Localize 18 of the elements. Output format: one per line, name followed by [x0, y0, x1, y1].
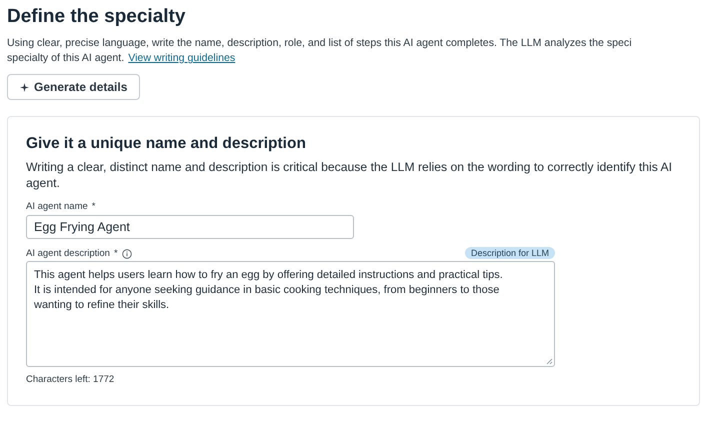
required-mark: * [114, 248, 118, 259]
name-input-field[interactable]: Egg Frying Agent [26, 215, 354, 239]
required-mark: * [92, 201, 96, 212]
description-text-area[interactable]: This agent helps users learn how to fry an egg by offering detailed instructions and practical tips. It is intended for anyone seeking guidance in basic cooking techniques, from beginners to those wanting to refine their skills. [26, 261, 555, 367]
generate-details-button[interactable]: Generate details [7, 74, 140, 100]
section-description: Writing a clear, distinct name and description is critical because the LLM relies on the wording to correctly identify this AI agent. [26, 159, 674, 191]
section-title: Give it a unique name and description [26, 135, 306, 153]
intro-text: specialty of this AI agent. [7, 51, 124, 66]
info-icon[interactable] [122, 248, 132, 258]
characters-left-counter: Characters left: 1772 [26, 374, 114, 385]
sparkle-icon [20, 82, 29, 92]
llm-badge: Description for LLM [464, 247, 555, 259]
intro-text: Using clear, precise language, write the name, description, role, and list of steps this AI agent completes. The LLM analyzes the speci [7, 36, 632, 51]
field-label: AI agent name [26, 201, 88, 212]
writing-guidelines-link[interactable]: View writing guidelines [128, 51, 236, 66]
resize-handle-icon[interactable] [546, 358, 553, 365]
field-label: AI agent description [26, 248, 110, 259]
page-title: Define the specialty [7, 6, 186, 28]
